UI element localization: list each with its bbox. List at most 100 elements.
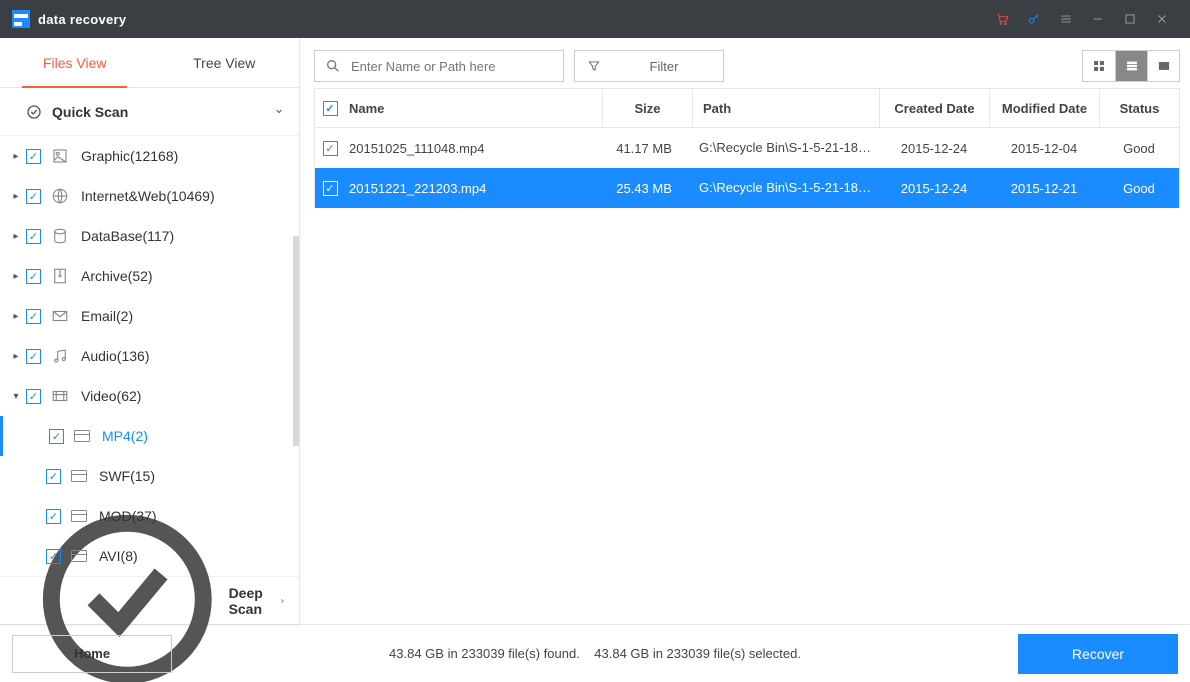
view-grid-icon[interactable] [1083, 51, 1115, 81]
subcategory-item[interactable]: ✓ AVI(8) [0, 536, 299, 576]
category-tree[interactable]: ▸✓Graphic(12168)▸✓Internet&Web(10469)▸✓D… [0, 136, 299, 576]
file-name: 20151025_111048.mp4 [349, 141, 484, 156]
file-size: 41.17 MB [599, 128, 689, 168]
table-header: ✓ Name Size Path Created Date Modified D… [314, 88, 1180, 128]
subcategory-item[interactable]: ✓ SWF(15) [0, 456, 299, 496]
expand-icon[interactable]: ▸ [10, 151, 22, 162]
file-modified: 2015-12-04 [989, 128, 1099, 168]
file-size: 25.43 MB [599, 168, 689, 208]
file-modified: 2015-12-21 [989, 168, 1099, 208]
filter-button[interactable]: Filter [574, 50, 724, 82]
category-checkbox[interactable]: ✓ [26, 309, 41, 324]
subcategory-label: MP4(2) [102, 428, 148, 444]
content-pane: Filter ✓ Name Size Path Created Dat [300, 38, 1190, 624]
category-item[interactable]: ▸ ✓ Archive(52) [0, 256, 299, 296]
footer-status: 43.84 GB in 233039 file(s) found. 43.84 … [172, 646, 1018, 661]
subcategory-label: SWF(15) [99, 468, 155, 484]
category-item[interactable]: ▸ ✓ Graphic(12168) [0, 136, 299, 176]
category-item[interactable]: ▸ ✓ Audio(136) [0, 336, 299, 376]
view-list-icon[interactable] [1115, 51, 1147, 81]
category-type-icon [51, 307, 69, 325]
row-checkbox[interactable]: ✓ [323, 141, 338, 156]
sidebar: Files View Tree View Quick Scan ▸ ✓ Graphi… [0, 38, 300, 624]
expand-icon[interactable]: ▾ [10, 391, 22, 402]
subcategory-checkbox[interactable]: ✓ [46, 549, 61, 564]
table-row[interactable]: ✓20151221_221203.mp425.43 MBG:\Recycle B… [315, 168, 1179, 208]
col-path[interactable]: Path [692, 89, 879, 127]
file-path: G:\Recycle Bin\S-1-5-21-18705229... [689, 128, 879, 168]
col-name[interactable]: Name [345, 101, 602, 116]
expand-icon[interactable]: ▸ [10, 351, 22, 362]
col-modified[interactable]: Modified Date [989, 89, 1099, 127]
category-type-icon [51, 187, 69, 205]
search-input[interactable] [351, 59, 553, 74]
category-item[interactable]: ▸✓DataBase(117) [0, 216, 299, 256]
file-path: G:\Recycle Bin\S-1-5-21-18705229... [689, 168, 879, 208]
category-label: Audio(136) [81, 348, 150, 364]
table-row[interactable]: ✓ 20151025_111048.mp4 41.17 MBG:\Recycle B… [315, 128, 1179, 168]
category-checkbox[interactable]: ✓ [26, 269, 41, 284]
menu-icon[interactable] [1050, 0, 1082, 38]
tab-files-view[interactable]: Files View [0, 38, 150, 87]
footer-found: 43.84 GB in 233039 file(s) found. [389, 646, 580, 661]
expand-icon[interactable]: ▸ [10, 271, 22, 282]
category-item[interactable]: ▸✓Email(2) [0, 296, 299, 336]
search-box[interactable] [314, 50, 564, 82]
app-logo-icon [12, 10, 30, 28]
chevron-right-icon [273, 596, 289, 604]
subcategory-checkbox[interactable]: ✓ [46, 469, 61, 484]
col-status[interactable]: Status [1099, 89, 1179, 127]
subcategory-checkbox[interactable]: ✓ [46, 509, 61, 524]
col-size[interactable]: Size [602, 89, 692, 127]
category-type-icon [51, 387, 69, 405]
category-checkbox[interactable]: ✓ [26, 389, 41, 404]
category-type-icon [51, 267, 69, 285]
chevron-down-icon [273, 104, 285, 120]
view-preview-icon[interactable] [1147, 51, 1179, 81]
subcategory-label: AVI(8) [99, 548, 138, 564]
scrollbar-thumb[interactable] [293, 236, 299, 446]
deep-scan-label: Deep Scan [229, 585, 277, 617]
file-status: Good [1099, 168, 1179, 208]
footer-selected: 43.84 GB in 233039 file(s) selected. [594, 646, 801, 661]
expand-icon[interactable]: ▸ [10, 191, 22, 202]
file-created: 2015-12-24 [879, 128, 989, 168]
folder-icon [74, 430, 90, 442]
category-label: Video(62) [81, 388, 141, 404]
category-type-icon [51, 347, 69, 365]
expand-icon[interactable]: ▸ [10, 311, 22, 322]
expand-icon[interactable]: ▸ [10, 231, 22, 242]
key-icon[interactable] [1018, 0, 1050, 38]
file-created: 2015-12-24 [879, 168, 989, 208]
subcategory-checkbox[interactable]: ✓ [49, 429, 64, 444]
subcategory-label: MOD(37) [99, 508, 157, 524]
check-circle-icon [26, 104, 42, 120]
home-button[interactable]: Home [12, 635, 172, 673]
quick-scan-section[interactable]: Quick Scan [0, 88, 299, 136]
category-checkbox[interactable]: ✓ [26, 189, 41, 204]
category-checkbox[interactable]: ✓ [26, 229, 41, 244]
select-all-checkbox[interactable]: ✓ [323, 101, 338, 116]
quick-scan-label: Quick Scan [52, 104, 128, 120]
row-checkbox[interactable]: ✓ [323, 181, 338, 196]
folder-icon [71, 550, 87, 562]
tab-tree-view[interactable]: Tree View [150, 38, 300, 87]
category-checkbox[interactable]: ✓ [26, 149, 41, 164]
category-label: Archive(52) [81, 268, 153, 284]
folder-icon [71, 510, 87, 522]
search-icon [325, 58, 341, 74]
col-created[interactable]: Created Date [879, 89, 989, 127]
category-item[interactable]: ▾ ✓ Video(62) [0, 376, 299, 416]
category-checkbox[interactable]: ✓ [26, 349, 41, 364]
category-item[interactable]: ▸✓Internet&Web(10469) [0, 176, 299, 216]
window-close-icon[interactable] [1146, 0, 1178, 38]
subcategory-item[interactable]: ✓ MOD(37) [0, 496, 299, 536]
window-minimize-icon[interactable] [1082, 0, 1114, 38]
deep-scan-section[interactable]: Deep Scan [0, 576, 299, 624]
subcategory-item[interactable]: ✓ MP4(2) [0, 416, 299, 456]
folder-icon [71, 470, 87, 482]
recover-button[interactable]: Recover [1018, 634, 1178, 674]
window-maximize-icon[interactable] [1114, 0, 1146, 38]
category-label: Graphic(12168) [81, 148, 178, 164]
cart-icon[interactable] [986, 0, 1018, 38]
